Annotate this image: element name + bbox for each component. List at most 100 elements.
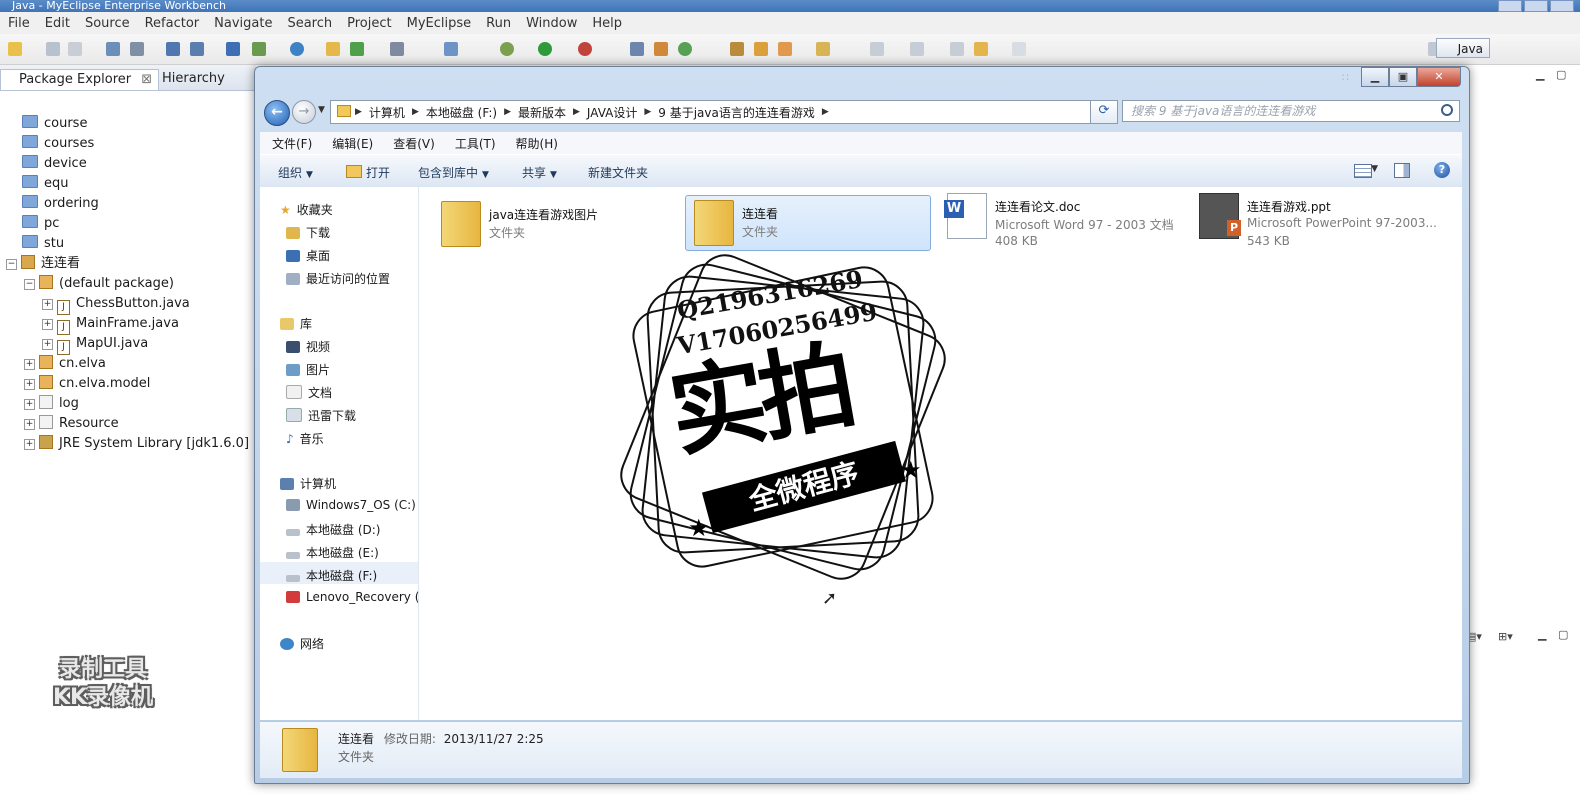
forward-arrow-icon[interactable]: [1012, 42, 1026, 56]
breadcrumb-item[interactable]: JAVA设计: [580, 104, 644, 121]
run-icon[interactable]: [538, 42, 552, 56]
chevron-right-icon[interactable]: ▶: [573, 107, 580, 117]
tree-item[interactable]: course: [22, 114, 87, 134]
nav-item-lenovo-recovery[interactable]: Lenovo_Recovery (: [286, 590, 418, 604]
open-console-icon[interactable]: ⊞▾: [1498, 630, 1513, 643]
forward-button[interactable]: →: [292, 100, 316, 124]
tree-item[interactable]: + cn.elva.model: [24, 374, 150, 394]
menu-tools[interactable]: 工具(T): [443, 135, 504, 152]
tree-item[interactable]: + JRE System Library [jdk1.6.0]: [24, 434, 249, 454]
debug-config-icon[interactable]: [106, 42, 120, 56]
plugin-icon[interactable]: [654, 42, 668, 56]
nav-item-desktop[interactable]: 桌面: [286, 247, 330, 264]
new-project-icon[interactable]: [226, 42, 240, 56]
menu-help[interactable]: Help: [584, 16, 629, 31]
breadcrumb-item[interactable]: 9 基于java语言的连连看游戏: [651, 104, 822, 121]
menu-help[interactable]: 帮助(H): [504, 135, 566, 152]
close-button[interactable]: [1550, 0, 1574, 12]
open-type-icon[interactable]: [350, 42, 364, 56]
expand-icon[interactable]: +: [24, 419, 35, 430]
help-icon[interactable]: ?: [1434, 162, 1450, 178]
prev-annotation-icon[interactable]: [910, 42, 924, 56]
print-icon[interactable]: [68, 42, 82, 56]
search-input[interactable]: 搜索 9 基于java语言的连连看游戏: [1122, 100, 1460, 122]
nav-item-recent[interactable]: 最近访问的位置: [286, 270, 390, 287]
recent-pages-dropdown[interactable]: ▼: [318, 105, 325, 115]
nav-item-xunlei[interactable]: 迅雷下载: [286, 407, 356, 424]
save-icon[interactable]: [46, 42, 60, 56]
preview-pane-icon[interactable]: [1394, 163, 1410, 178]
tree-item[interactable]: + J ChessButton.java: [42, 294, 190, 315]
nav-item-drive-f[interactable]: 本地磁盘 (F:): [286, 567, 377, 584]
tree-item[interactable]: stu: [22, 234, 64, 254]
expand-icon[interactable]: +: [24, 379, 35, 390]
expand-icon[interactable]: +: [42, 319, 53, 330]
collapse-icon[interactable]: −: [6, 259, 17, 270]
maximize-view-icon[interactable]: ▢: [1556, 68, 1566, 81]
minimize-view-icon[interactable]: ▁: [1538, 628, 1546, 641]
minimize-button[interactable]: [1498, 0, 1522, 12]
new-icon[interactable]: [8, 42, 22, 56]
deploy-icon[interactable]: [166, 42, 180, 56]
file-item[interactable]: W 连连看论文.doc Microsoft Word 97 - 2003 文档 …: [939, 189, 1185, 248]
nav-network[interactable]: 网络: [280, 635, 324, 652]
tree-item[interactable]: + cn.elva: [24, 354, 106, 374]
tree-item[interactable]: device: [22, 154, 87, 174]
tab-package-explorer[interactable]: Package Explorer ⊠: [0, 69, 160, 90]
chevron-right-icon[interactable]: ▶: [644, 107, 651, 117]
tree-item[interactable]: pc: [22, 214, 59, 234]
address-bar[interactable]: ▶ 计算机 ▶ 本地磁盘 (F:) ▶ 最新版本 ▶ JAVA设计 ▶ 9 基于…: [330, 100, 1118, 124]
open-button[interactable]: 打开: [346, 164, 390, 181]
search-icon[interactable]: [1441, 104, 1453, 116]
new-folder-button[interactable]: 新建文件夹: [588, 164, 648, 181]
nav-computer[interactable]: 计算机: [280, 475, 336, 492]
menu-window[interactable]: Window: [518, 16, 584, 31]
menu-edit[interactable]: 编辑(E): [320, 135, 381, 152]
tree-item[interactable]: ordering: [22, 194, 99, 214]
globe-icon[interactable]: [290, 42, 304, 56]
menu-file[interactable]: 文件(F): [260, 135, 320, 152]
back-arrow-icon[interactable]: [974, 42, 988, 56]
search-tb-icon[interactable]: [630, 42, 644, 56]
nav-item-documents[interactable]: 文档: [286, 384, 332, 401]
close-button[interactable]: ✕: [1417, 67, 1461, 87]
breadcrumb-item[interactable]: 本地磁盘 (F:): [419, 104, 504, 121]
menu-source[interactable]: Source: [77, 16, 137, 31]
chevron-right-icon[interactable]: ▶: [504, 107, 511, 117]
maximize-button[interactable]: ▣: [1389, 67, 1417, 87]
bug-icon[interactable]: [500, 42, 514, 56]
view-dropdown-icon[interactable]: ▼: [1371, 164, 1378, 174]
tree-item[interactable]: + J MapUI.java: [42, 334, 148, 355]
pencil-icon[interactable]: [754, 42, 768, 56]
nav-item-pictures[interactable]: 图片: [286, 361, 330, 378]
expand-icon[interactable]: +: [24, 359, 35, 370]
maximize-button[interactable]: [1524, 0, 1548, 12]
browser-icon[interactable]: [190, 42, 204, 56]
minimize-button[interactable]: ▁: [1361, 67, 1389, 87]
nav-item-drive-c[interactable]: Windows7_OS (C:): [286, 498, 416, 512]
nav-item-drive-e[interactable]: 本地磁盘 (E:): [286, 544, 379, 561]
minimize-view-icon[interactable]: ▁: [1536, 68, 1544, 81]
menu-file[interactable]: File: [0, 16, 37, 31]
expand-icon[interactable]: +: [42, 299, 53, 310]
task-icon[interactable]: [444, 42, 458, 56]
menu-search[interactable]: Search: [279, 16, 339, 31]
open-folder-icon[interactable]: [326, 42, 340, 56]
chevron-right-icon[interactable]: ▶: [355, 107, 362, 117]
next-annotation-icon[interactable]: [870, 42, 884, 56]
db-icon[interactable]: [730, 42, 744, 56]
menu-navigate[interactable]: Navigate: [206, 16, 279, 31]
tree-item[interactable]: − (default package): [24, 274, 174, 294]
refresh-button[interactable]: ⟳: [1090, 100, 1118, 124]
tree-item[interactable]: + log: [24, 394, 79, 414]
menu-refactor[interactable]: Refactor: [137, 16, 207, 31]
tree-item[interactable]: courses: [22, 134, 94, 154]
window-icon[interactable]: [390, 42, 404, 56]
chevron-right-icon[interactable]: ▶: [412, 107, 419, 117]
server-icon[interactable]: [130, 42, 144, 56]
collapse-icon[interactable]: −: [24, 279, 35, 290]
external-tools-icon[interactable]: [578, 42, 592, 56]
markers-icon[interactable]: [778, 42, 792, 56]
tab-hierarchy[interactable]: Hierarchy: [162, 69, 225, 89]
nav-libraries[interactable]: 库: [280, 315, 312, 332]
